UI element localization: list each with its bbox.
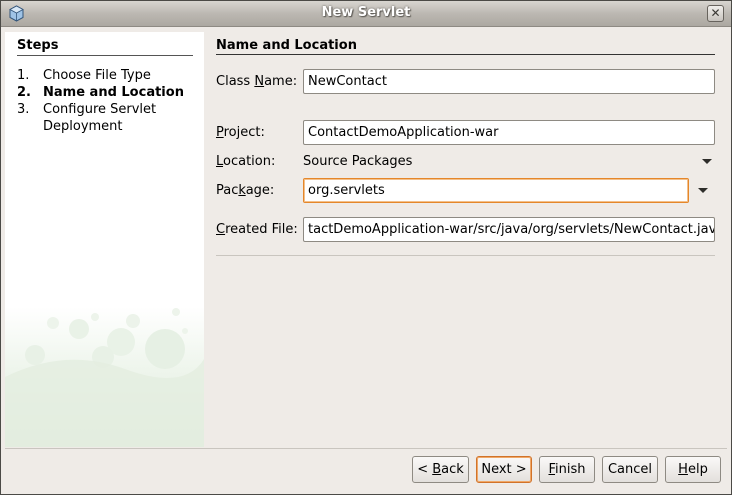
created-file-label: Created File: bbox=[216, 222, 298, 237]
decorative-bubbles-graphic bbox=[5, 307, 204, 447]
package-combo-input[interactable]: org.servlets bbox=[303, 178, 689, 203]
created-file-field[interactable]: tactDemoApplication-war/src/java/org/ser… bbox=[303, 217, 715, 242]
section-title: Name and Location bbox=[216, 38, 357, 53]
name-and-location-panel: Name and Location Class Name: NewContact… bbox=[205, 32, 727, 447]
step-number: 2. bbox=[17, 85, 31, 100]
finish-button[interactable]: Finish bbox=[539, 456, 595, 483]
steps-panel: Steps 1. Choose File Type 2. Name and Loca… bbox=[5, 32, 204, 447]
package-label: Package: bbox=[216, 183, 275, 198]
step-item-current: 2. Name and Location bbox=[17, 84, 184, 101]
step-label: Configure Servlet bbox=[43, 102, 157, 117]
location-label: Location: bbox=[216, 154, 276, 169]
step-label: Name and Location bbox=[43, 85, 184, 100]
close-icon[interactable]: ✕ bbox=[707, 5, 724, 22]
steps-divider bbox=[17, 55, 193, 56]
back-button[interactable]: < Back bbox=[412, 456, 469, 483]
step-item: Deployment bbox=[17, 118, 123, 135]
help-button[interactable]: Help bbox=[665, 456, 721, 483]
project-label: Project: bbox=[216, 125, 265, 140]
package-dropdown-arrow-icon[interactable] bbox=[698, 188, 708, 193]
window-title: New Servlet bbox=[321, 5, 411, 20]
step-number: 1. bbox=[17, 68, 30, 83]
title-bar[interactable]: New Servlet ✕ bbox=[1, 1, 731, 27]
section-divider bbox=[216, 54, 715, 55]
steps-title: Steps bbox=[17, 38, 59, 53]
class-name-input[interactable]: NewContact bbox=[303, 69, 715, 94]
step-item: 1. Choose File Type bbox=[17, 67, 151, 84]
section-bottom-divider bbox=[216, 255, 715, 256]
step-label: Deployment bbox=[43, 119, 123, 134]
step-label: Choose File Type bbox=[43, 68, 151, 83]
button-bar-divider bbox=[5, 448, 727, 449]
project-field[interactable]: ContactDemoApplication-war bbox=[303, 120, 715, 145]
step-item: 3. Configure Servlet bbox=[17, 101, 156, 118]
cancel-button[interactable]: Cancel bbox=[602, 456, 658, 483]
next-button[interactable]: Next > bbox=[476, 456, 532, 483]
location-combo[interactable]: Source Packages bbox=[303, 154, 412, 169]
class-name-label: Class Name: bbox=[216, 74, 298, 89]
step-number: 3. bbox=[17, 102, 30, 117]
location-dropdown-arrow-icon[interactable] bbox=[702, 159, 712, 164]
new-servlet-dialog: New Servlet ✕ Steps 1. Choose File Type 2… bbox=[0, 0, 732, 495]
